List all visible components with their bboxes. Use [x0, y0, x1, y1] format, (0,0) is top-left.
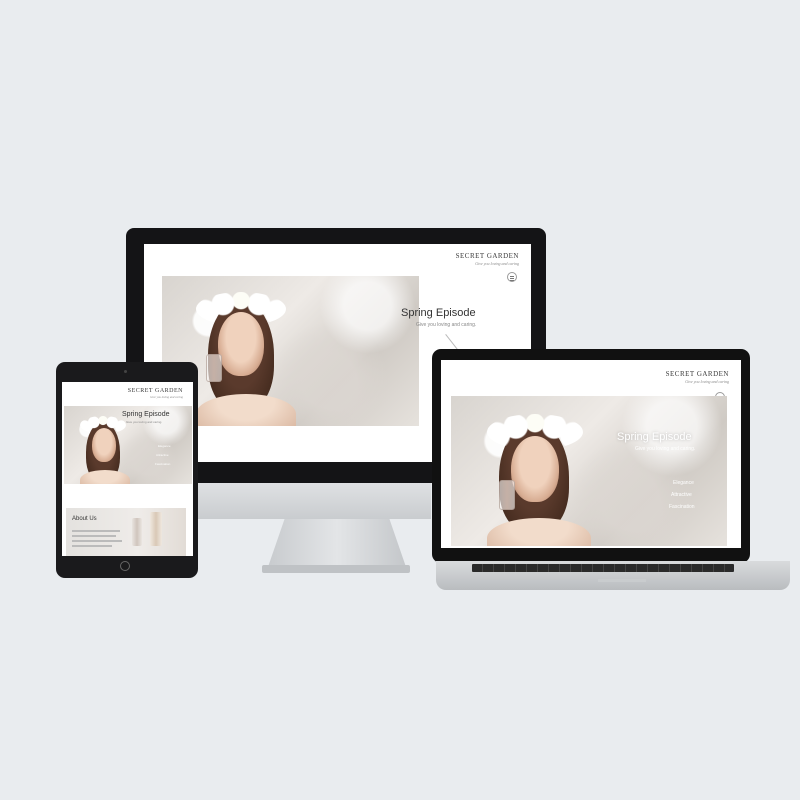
hero-subtitle: Give you loving and caring.: [416, 322, 477, 328]
nav-item-fascination[interactable]: Fascination: [155, 462, 170, 466]
nav-item-attractive[interactable]: Attractive: [156, 453, 169, 457]
about-title: About Us: [72, 516, 97, 522]
monitor-stand-neck: [268, 519, 406, 567]
about-section: About Us: [66, 508, 186, 556]
tablet-home-button[interactable]: [120, 561, 130, 571]
hamburger-menu-icon[interactable]: [507, 272, 517, 282]
brand-tagline: Give you loving and caring: [685, 379, 729, 384]
laptop-hinge-notch: [598, 579, 646, 582]
laptop-screen: SECRET GARDEN Give you loving and caring…: [441, 360, 741, 548]
nav-item-elegance[interactable]: Elegance: [158, 444, 171, 448]
brand-logo[interactable]: SECRET GARDEN: [456, 252, 519, 260]
monitor-stand-base: [262, 565, 410, 573]
hero-title: Spring Episode: [122, 411, 170, 418]
hero-image: [162, 276, 419, 426]
about-text-line: [72, 540, 122, 542]
perfume-bottle-image: [132, 518, 142, 546]
nav-item-elegance[interactable]: Elegance: [673, 480, 694, 486]
hero-subtitle: Give you loving and caring.: [126, 420, 163, 424]
hero-title: Spring Episode: [617, 431, 692, 443]
brand-tagline: Give you loving and caring: [150, 395, 183, 399]
brand-tagline: Give you loving and caring: [475, 261, 519, 266]
nav-item-attractive[interactable]: Attractive: [671, 492, 692, 498]
laptop-keyboard: [472, 564, 734, 572]
nav-item-fascination[interactable]: Fascination: [669, 504, 695, 510]
hero-title: Spring Episode: [401, 307, 476, 319]
about-text-line: [72, 530, 120, 532]
about-text-line: [72, 545, 112, 547]
brand-logo[interactable]: SECRET GARDEN: [666, 370, 729, 378]
hero-subtitle: Give you loving and caring.: [635, 446, 696, 452]
tablet-camera: [124, 370, 127, 373]
brand-logo[interactable]: SECRET GARDEN: [128, 388, 183, 394]
perfume-bottle-image: [150, 512, 162, 546]
tablet-screen: SECRET GARDEN Give you loving and caring…: [62, 382, 193, 556]
hero-image: [451, 396, 727, 546]
monitor-chin: [197, 483, 431, 519]
about-text-line: [72, 535, 116, 537]
